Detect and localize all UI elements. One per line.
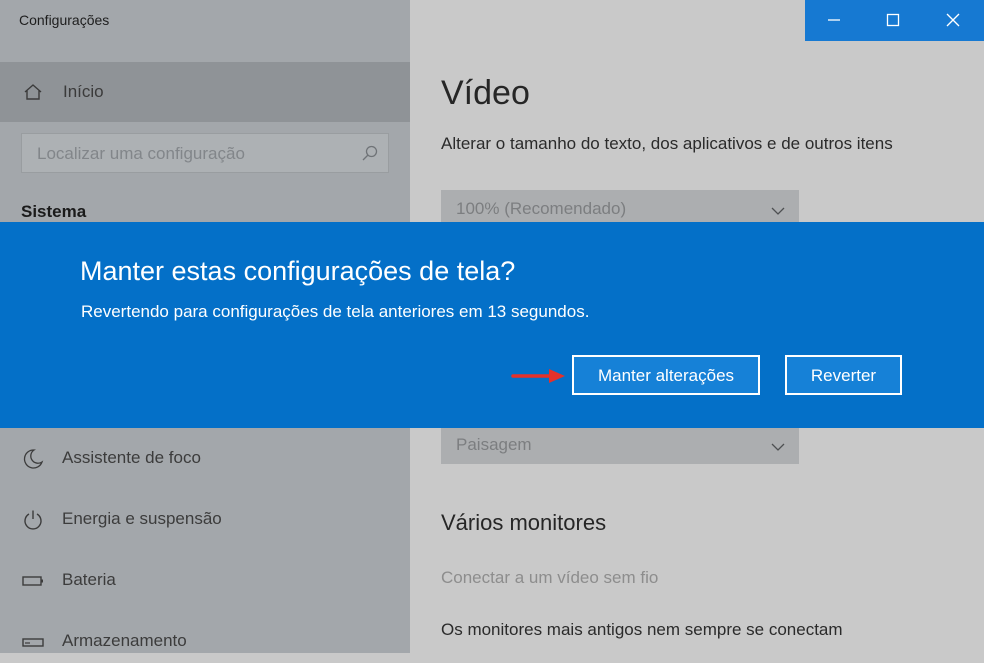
- annotation-arrow-icon: [511, 369, 565, 383]
- window-title: Configurações: [19, 12, 110, 28]
- sidebar-item-label: Bateria: [62, 570, 116, 589]
- chevron-down-icon: [771, 203, 785, 221]
- home-icon: [23, 82, 43, 102]
- orientation-dropdown[interactable]: Paisagem: [441, 426, 799, 464]
- sidebar-item-power-sleep[interactable]: Energia e suspensão: [0, 501, 410, 541]
- minimize-icon: [828, 19, 840, 21]
- close-icon: [946, 13, 960, 27]
- sidebar-item-battery[interactable]: Bateria: [0, 562, 410, 602]
- search-input[interactable]: Localizar uma configuração: [21, 133, 389, 173]
- old-monitors-text: Os monitores mais antigos nem sempre se …: [441, 620, 843, 639]
- storage-icon: [22, 631, 44, 653]
- dialog-message: Revertendo para configurações de tela an…: [81, 302, 590, 321]
- chevron-down-icon: [771, 439, 785, 457]
- power-icon: [22, 509, 44, 531]
- maximize-icon: [886, 13, 900, 27]
- minimize-button[interactable]: [805, 0, 864, 41]
- sidebar-item-storage[interactable]: Armazenamento: [0, 623, 410, 663]
- scale-value: 100% (Recomendado): [456, 199, 627, 218]
- sidebar-item-focus-assist[interactable]: Assistente de foco: [0, 440, 410, 480]
- section-heading-multiple-monitors: Vários monitores: [441, 510, 607, 535]
- dialog-title: Manter estas configurações de tela?: [80, 256, 516, 286]
- wireless-display-link[interactable]: Conectar a um vídeo sem fio: [441, 568, 658, 588]
- sidebar-item-label: Início: [63, 82, 104, 101]
- sidebar-item-home[interactable]: Início: [0, 62, 410, 122]
- search-icon: [362, 145, 378, 161]
- close-button[interactable]: [924, 0, 983, 41]
- scale-description: Alterar o tamanho do texto, dos aplicati…: [441, 134, 893, 153]
- sidebar-item-label: Energia e suspensão: [62, 509, 222, 528]
- sidebar-item-label: Assistente de foco: [62, 448, 201, 467]
- battery-icon: [22, 570, 44, 592]
- section-heading: Sistema: [21, 202, 87, 221]
- page-title: Vídeo: [441, 74, 530, 112]
- maximize-button[interactable]: [864, 0, 923, 41]
- revert-button[interactable]: Reverter: [785, 355, 902, 395]
- sidebar-item-label: Armazenamento: [62, 631, 187, 650]
- keep-changes-button[interactable]: Manter alterações: [572, 355, 760, 395]
- window-caption-buttons: [805, 0, 984, 41]
- orientation-value: Paisagem: [456, 435, 532, 454]
- moon-icon: [22, 448, 44, 470]
- search-placeholder: Localizar uma configuração: [37, 144, 245, 163]
- keep-display-settings-dialog: Manter estas configurações de tela? Reve…: [0, 222, 984, 428]
